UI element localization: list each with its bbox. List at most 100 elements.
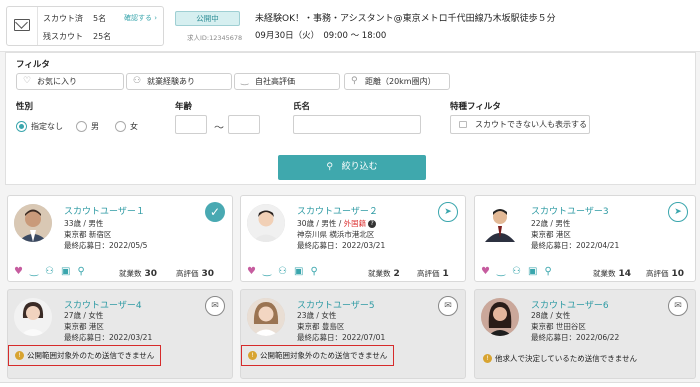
name-input[interactable] bbox=[293, 115, 421, 134]
warning-icon: ! bbox=[483, 354, 492, 363]
scout-sent-label: スカウト済 bbox=[43, 14, 83, 23]
work-count: 就業数 14 bbox=[593, 269, 632, 279]
avatar bbox=[481, 204, 519, 242]
gender-radio-any[interactable]: 指定なし bbox=[16, 121, 63, 132]
message-icon[interactable]: ✉ bbox=[438, 296, 458, 316]
status-badge: 公開中 bbox=[175, 11, 240, 26]
scouted-check-icon: ✓ bbox=[205, 202, 225, 222]
distance-filter-button[interactable]: ⚲ 距離（20km圏内） bbox=[344, 73, 450, 90]
avatar bbox=[247, 204, 285, 242]
candidate-name[interactable]: スカウトユーザー3 bbox=[531, 204, 609, 217]
filter-title: フィルタ bbox=[16, 60, 50, 70]
candidate-age-gender: 33歳 / 男性 bbox=[64, 219, 104, 228]
scout-remaining-count: 25名 bbox=[93, 32, 112, 41]
heart-icon: ♥ bbox=[247, 266, 256, 277]
next-row-edge bbox=[0, 382, 700, 387]
candidate-location: 東京都 豊島区 bbox=[297, 322, 345, 331]
show-unscoutable-toggle[interactable]: スカウトできない人も表示する bbox=[450, 115, 590, 134]
person-icon: ⚇ bbox=[45, 266, 54, 277]
person-icon: ⚇ bbox=[512, 266, 521, 277]
experience-filter-button[interactable]: ⚇ 就業経験あり bbox=[126, 73, 232, 90]
search-button[interactable]: ⚲ 絞り込む bbox=[278, 155, 426, 180]
job-date: 09月30日（火） 09:00 〜 18:00 bbox=[255, 31, 387, 41]
person-icon: ⚇ bbox=[133, 76, 142, 86]
age-label: 年齢 bbox=[175, 102, 193, 112]
candidate-name[interactable]: スカウトユーザー２ bbox=[297, 204, 378, 217]
scout-disabled-notice: ! 公開範囲対象外のため送信できません bbox=[8, 345, 162, 366]
foreign-badge: 外国籍 bbox=[343, 219, 367, 228]
scout-disabled-notice: ! 公開範囲対象外のため送信できません bbox=[241, 345, 395, 366]
work-count: 就業数 30 bbox=[119, 269, 158, 279]
gender-label: 性別 bbox=[16, 102, 34, 112]
candidate-age-gender: 23歳 / 女性 bbox=[297, 311, 337, 320]
candidate-location: 東京都 新宿区 bbox=[64, 230, 112, 239]
pin-icon: ⚲ bbox=[310, 266, 318, 277]
favorite-filter-button[interactable]: ♡ お気に入り bbox=[16, 73, 124, 90]
pin-icon: ⚲ bbox=[544, 266, 552, 277]
smile-icon: ‿ bbox=[29, 266, 39, 277]
send-scout-button[interactable]: ➤ bbox=[438, 202, 458, 222]
filter-panel: フィルタ ♡ お気に入り ⚇ 就業経験あり ‿ 自社高評価 ⚲ 距離（20km圏… bbox=[5, 52, 696, 185]
smile-icon: ‿ bbox=[241, 76, 249, 86]
candidate-card[interactable]: スカウトユーザー6 28歳 / 女性 東京都 世田谷区 最終応募日：2022/0… bbox=[474, 289, 696, 379]
work-count: 就業数 2 bbox=[368, 269, 400, 279]
candidate-card[interactable]: スカウトユーザー２ 30歳 / 男性 / 外国籍? 神奈川県 横浜市港北区 最終… bbox=[240, 195, 466, 282]
checkbox-icon bbox=[459, 121, 467, 128]
candidate-age-gender: 27歳 / 女性 bbox=[64, 311, 104, 320]
avatar bbox=[14, 204, 52, 242]
gender-radio-female[interactable]: 女 bbox=[115, 121, 138, 132]
candidate-card[interactable]: スカウトユーザー１ 33歳 / 男性 東京都 新宿区 最終応募日：2022/05… bbox=[7, 195, 233, 282]
candidate-last-applied: 最終応募日：2022/05/5 bbox=[64, 241, 148, 250]
candidate-name[interactable]: スカウトユーザー１ bbox=[64, 204, 145, 217]
heart-icon: ♡ bbox=[23, 76, 32, 86]
calendar-icon: ▣ bbox=[293, 266, 304, 277]
help-icon[interactable]: ? bbox=[368, 220, 377, 228]
heart-icon: ♥ bbox=[481, 266, 490, 277]
candidate-last-applied: 最終応募日：2022/03/21 bbox=[297, 241, 386, 250]
scout-sent-count: 5名 bbox=[93, 14, 107, 23]
candidate-card[interactable]: スカウトユーザー3 22歳 / 男性 東京都 港区 最終応募日：2022/04/… bbox=[474, 195, 696, 282]
candidate-location: 東京都 世田谷区 bbox=[531, 322, 586, 331]
age-to-input[interactable] bbox=[228, 115, 260, 134]
confirm-link[interactable]: 確認する › bbox=[124, 13, 157, 23]
heart-icon: ♥ bbox=[14, 266, 23, 277]
message-icon[interactable]: ✉ bbox=[205, 296, 225, 316]
age-from-input[interactable] bbox=[175, 115, 207, 134]
job-title: 未経験OK！・事務・アシスタント@東京メトロ千代田線乃木坂駅徒歩５分 bbox=[255, 14, 556, 24]
mail-icon bbox=[14, 19, 30, 31]
smile-icon: ‿ bbox=[496, 266, 506, 277]
search-icon: ⚲ bbox=[326, 162, 333, 172]
candidate-last-applied: 最終応募日：2022/04/21 bbox=[531, 241, 620, 250]
candidate-age-gender: 28歳 / 女性 bbox=[531, 311, 571, 320]
warning-icon: ! bbox=[15, 351, 24, 360]
pin-icon: ⚲ bbox=[77, 266, 85, 277]
rating-count: 高評価 1 bbox=[417, 269, 449, 279]
candidate-location: 東京都 港区 bbox=[531, 230, 571, 239]
candidate-location: 神奈川県 横浜市港北区 bbox=[297, 230, 375, 239]
rating-filter-button[interactable]: ‿ 自社高評価 bbox=[234, 73, 340, 90]
warning-icon: ! bbox=[248, 351, 257, 360]
age-separator: 〜 bbox=[214, 123, 224, 134]
candidate-age-gender: 22歳 / 男性 bbox=[531, 219, 571, 228]
pin-icon: ⚲ bbox=[351, 76, 358, 86]
smile-icon: ‿ bbox=[262, 266, 272, 277]
rating-count: 高評価 10 bbox=[646, 269, 685, 279]
candidate-card[interactable]: スカウトユーザー5 23歳 / 女性 東京都 豊島区 最終応募日：2022/07… bbox=[240, 289, 466, 379]
send-scout-button[interactable]: ➤ bbox=[668, 202, 688, 222]
gender-radio-male[interactable]: 男 bbox=[76, 121, 99, 132]
special-filter-label: 特種フィルタ bbox=[450, 102, 501, 112]
scout-summary: スカウト済 5名 残スカウト 25名 確認する › bbox=[6, 6, 164, 46]
avatar bbox=[247, 298, 285, 336]
calendar-icon: ▣ bbox=[60, 266, 71, 277]
candidate-last-applied: 最終応募日：2022/03/21 bbox=[64, 333, 153, 342]
scout-disabled-notice: ! 他求人で決定しているため送信できません bbox=[481, 351, 641, 366]
candidate-last-applied: 最終応募日：2022/07/01 bbox=[297, 333, 386, 342]
job-id: 求人ID:12345678 bbox=[187, 34, 243, 42]
avatar bbox=[14, 298, 52, 336]
message-icon[interactable]: ✉ bbox=[668, 296, 688, 316]
candidate-last-applied: 最終応募日：2022/06/22 bbox=[531, 333, 620, 342]
scout-remaining-label: 残スカウト bbox=[43, 32, 83, 41]
candidate-card[interactable]: スカウトユーザー4 27歳 / 女性 東京都 港区 最終応募日：2022/03/… bbox=[7, 289, 233, 379]
avatar bbox=[481, 298, 519, 336]
candidate-age-gender: 30歳 / 男性 / 外国籍? bbox=[297, 218, 377, 229]
